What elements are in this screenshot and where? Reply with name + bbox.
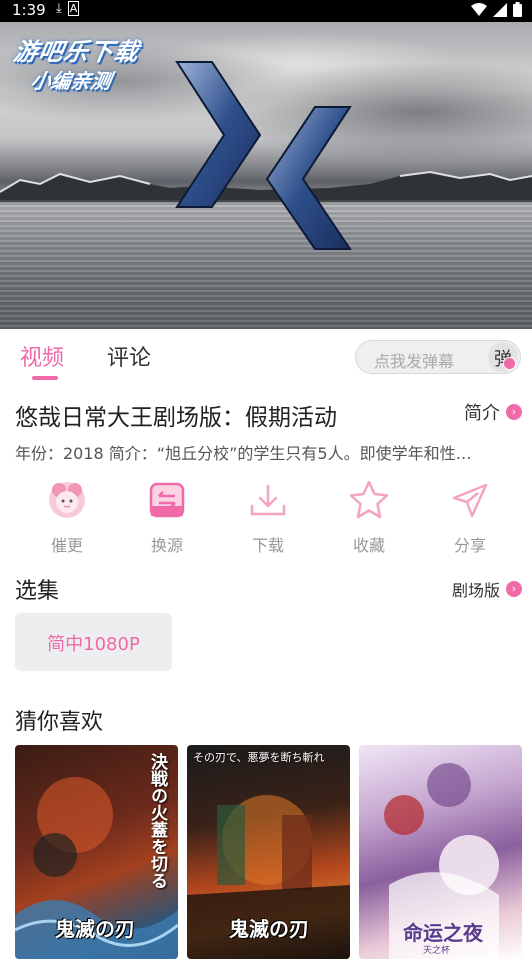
tab-bar: 视频 评论 点我发弹幕 弹: [0, 330, 532, 386]
status-time: 1:39: [12, 1, 46, 19]
watermark-line2: 小编亲测: [28, 69, 113, 93]
action-switch-source-label: 换源: [150, 536, 183, 555]
share-icon: [448, 478, 492, 522]
action-favorite[interactable]: 收藏: [339, 478, 399, 556]
episode-button-label: 简中1080P: [47, 634, 140, 655]
status-right-icons: [471, 2, 522, 17]
action-row: 催更 换源 下载 收藏 分享: [0, 478, 532, 558]
star-icon: [347, 478, 391, 522]
poster-2-logo: 鬼滅の刃: [229, 917, 309, 941]
episodes-type-label: 剧场版: [451, 581, 500, 600]
episodes-title: 选集: [15, 579, 60, 604]
wifi-icon: [471, 2, 487, 16]
video-title: 悠哉日常大王剧场版：假期活动: [15, 405, 337, 431]
video-logo-chevrons: [175, 61, 352, 250]
swap-icon: [145, 478, 189, 522]
tab-video[interactable]: 视频: [20, 340, 64, 372]
tab-comments[interactable]: 评论: [107, 340, 151, 372]
recommend-poster-3[interactable]: 命运之夜 天之杯: [359, 745, 522, 959]
episode-button[interactable]: 简中1080P: [15, 613, 172, 671]
download-icon: [246, 478, 290, 522]
status-left-icons: ⤓ A: [56, 1, 80, 16]
action-share-label: 分享: [453, 536, 486, 555]
danmaku-toggle-button[interactable]: 弹: [488, 342, 518, 372]
poster-2-tagline: その刃で、悪夢を断ち斬れ: [193, 751, 325, 764]
episodes-type-link[interactable]: 剧场版 ›: [452, 577, 522, 601]
poster-3-logo: 命运之夜: [403, 921, 483, 945]
action-favorite-label: 收藏: [352, 536, 385, 555]
video-player[interactable]: 游吧乐下载 小编亲测: [0, 22, 532, 329]
avatar-icon: [45, 478, 89, 522]
watermark: 游吧乐下载 小编亲测: [7, 32, 143, 94]
battery-icon: [513, 2, 522, 17]
danmaku-placeholder: 点我发弹幕: [374, 352, 455, 371]
action-switch-source[interactable]: 换源: [137, 478, 197, 556]
chevron-right-icon: ›: [506, 581, 522, 597]
danmaku-input[interactable]: 点我发弹幕 弹: [355, 340, 521, 374]
poster-1-vertical-text: 決戦の火蓋を切る: [147, 753, 167, 889]
intro-link-label: 简介: [464, 403, 500, 424]
poster-3-sub: 天之杯: [423, 946, 451, 956]
status-bar: 1:39 ⤓ A: [0, 0, 532, 22]
download-icon: ⤓: [56, 1, 68, 16]
recommend-poster-2[interactable]: その刃で、悪夢を断ち斬れ 鬼滅の刃: [187, 745, 350, 959]
watermark-line1: 游吧乐下载: [11, 38, 142, 66]
action-urge[interactable]: 催更: [37, 478, 97, 556]
a-box-icon: A: [67, 1, 80, 16]
intro-link[interactable]: 简介 ›: [464, 399, 522, 425]
signal-icon: [493, 2, 507, 17]
action-download[interactable]: 下载: [238, 478, 298, 556]
action-share[interactable]: 分享: [440, 478, 500, 556]
poster-1-logo: 鬼滅の刃: [55, 917, 135, 941]
action-urge-label: 催更: [50, 536, 83, 555]
recommend-title: 猜你喜欢: [15, 710, 104, 735]
tab-active-indicator: [32, 376, 58, 380]
recommend-poster-1[interactable]: 決戦の火蓋を切る 鬼滅の刃: [15, 745, 178, 959]
danmaku-off-dot-icon: [503, 357, 516, 370]
video-meta: 年份：2018 简介：“旭丘分校”的学生只有5人。即使学年和性…: [15, 444, 472, 463]
action-download-label: 下载: [251, 536, 284, 555]
chevron-right-icon: ›: [506, 404, 522, 420]
